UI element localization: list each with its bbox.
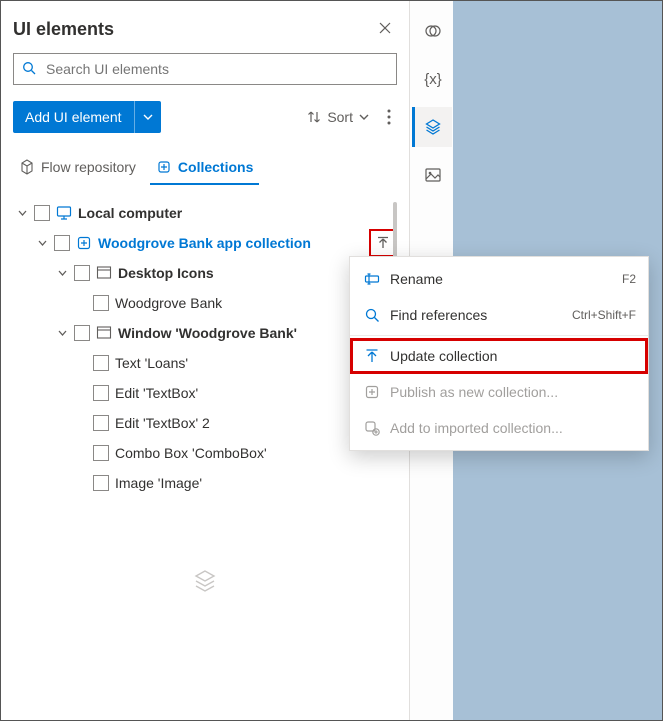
ctx-add-to-imported: Add to imported collection...	[350, 410, 648, 446]
ctx-label: Update collection	[390, 348, 636, 364]
rename-icon	[364, 271, 380, 287]
ui-elements-tree: Local computer Woodgrove Bank app collec…	[13, 198, 397, 498]
chevron-down-icon[interactable]	[17, 208, 28, 219]
tree-node-label: Local computer	[78, 205, 182, 221]
search-input-container[interactable]	[13, 53, 397, 85]
tree-node-label: Woodgrove Bank	[115, 295, 222, 311]
context-menu: Rename F2 Find references Ctrl+Shift+F U…	[349, 256, 649, 451]
more-vertical-icon	[387, 109, 391, 125]
ctx-shortcut: Ctrl+Shift+F	[572, 308, 636, 322]
sort-button[interactable]: Sort	[301, 105, 375, 129]
chevron-down-icon	[359, 112, 369, 122]
tree-leaf[interactable]: Woodgrove Bank	[13, 288, 397, 318]
rail-btn-ui-elements[interactable]	[412, 107, 452, 147]
tree-node-label: Woodgrove Bank app collection	[98, 235, 311, 251]
tree-node-desktop-icons[interactable]: Desktop Icons	[13, 258, 397, 288]
tree-leaf[interactable]: Edit 'TextBox'	[13, 378, 397, 408]
checkbox[interactable]	[74, 325, 90, 341]
collection-add-icon	[364, 420, 380, 436]
tab-collections[interactable]: Collections	[150, 151, 259, 185]
tree-leaf[interactable]: Image 'Image'	[13, 468, 397, 498]
repository-icon	[19, 159, 35, 175]
search-input[interactable]	[44, 60, 388, 78]
tree-node-local-computer[interactable]: Local computer	[13, 198, 397, 228]
close-icon	[379, 22, 391, 34]
checkbox[interactable]	[93, 295, 109, 311]
ctx-label: Publish as new collection...	[390, 384, 636, 400]
ui-elements-panel: UI elements Add UI element	[1, 1, 409, 720]
checkbox[interactable]	[54, 235, 70, 251]
add-ui-element-split-button: Add UI element	[13, 101, 161, 133]
checkbox[interactable]	[93, 355, 109, 371]
checkbox[interactable]	[93, 415, 109, 431]
close-panel-button[interactable]	[373, 15, 397, 43]
upload-icon	[364, 348, 380, 364]
tree-leaf[interactable]: Combo Box 'ComboBox'	[13, 438, 397, 468]
ctx-rename[interactable]: Rename F2	[350, 261, 648, 297]
panel-title: UI elements	[13, 19, 114, 40]
ctx-find-references[interactable]: Find references Ctrl+Shift+F	[350, 297, 648, 333]
tree-leaf[interactable]: Edit 'TextBox' 2	[13, 408, 397, 438]
ctx-publish-new-collection: Publish as new collection...	[350, 374, 648, 410]
tree-node-label: Desktop Icons	[118, 265, 214, 281]
collection-icon	[76, 235, 92, 251]
more-options-button[interactable]	[381, 105, 397, 129]
chevron-down-icon[interactable]	[37, 238, 48, 249]
search-icon	[22, 61, 36, 78]
collections-icon	[156, 159, 172, 175]
tree-leaf[interactable]: Text 'Loans'	[13, 348, 397, 378]
window-icon	[96, 265, 112, 281]
checkbox[interactable]	[93, 385, 109, 401]
tab-flow-repository-label: Flow repository	[41, 159, 136, 175]
layers-icon	[424, 118, 442, 136]
checkbox[interactable]	[93, 475, 109, 491]
ctx-label: Find references	[390, 307, 562, 323]
chevron-down-icon[interactable]	[57, 328, 68, 339]
tab-flow-repository[interactable]: Flow repository	[13, 151, 142, 185]
tree-node-window[interactable]: Window 'Woodgrove Bank'	[13, 318, 397, 348]
chevron-down-icon	[143, 112, 153, 122]
tree-node-label: Image 'Image'	[115, 475, 202, 491]
sort-icon	[307, 110, 321, 124]
add-ui-element-dropdown-button[interactable]	[134, 101, 161, 133]
tree-node-label: Edit 'TextBox' 2	[115, 415, 210, 431]
rail-btn-images[interactable]	[412, 155, 452, 195]
tree-node-label: Combo Box 'ComboBox'	[115, 445, 267, 461]
separator	[350, 335, 648, 336]
copilot-icon	[424, 22, 442, 40]
plus-box-icon	[364, 384, 380, 400]
upload-icon	[376, 236, 390, 250]
tree-node-label: Text 'Loans'	[115, 355, 188, 371]
rail-btn-copilot[interactable]	[412, 11, 452, 51]
monitor-icon	[56, 205, 72, 221]
variables-icon: {x}	[424, 71, 442, 88]
window-icon	[96, 325, 112, 341]
search-icon	[364, 307, 380, 323]
ctx-label: Add to imported collection...	[390, 420, 636, 436]
ctx-update-collection[interactable]: Update collection	[350, 338, 648, 374]
checkbox[interactable]	[93, 445, 109, 461]
add-ui-element-label: Add UI element	[25, 109, 122, 125]
ctx-shortcut: F2	[622, 272, 636, 286]
tab-collections-label: Collections	[178, 159, 253, 175]
add-ui-element-button[interactable]: Add UI element	[13, 101, 134, 133]
stack-icon	[13, 568, 397, 597]
chevron-down-icon[interactable]	[57, 268, 68, 279]
image-icon	[424, 166, 442, 184]
checkbox[interactable]	[34, 205, 50, 221]
tree-node-collection[interactable]: Woodgrove Bank app collection	[13, 228, 397, 258]
tree-node-label: Window 'Woodgrove Bank'	[118, 325, 297, 341]
ctx-label: Rename	[390, 271, 612, 287]
checkbox[interactable]	[74, 265, 90, 281]
rail-btn-variables[interactable]: {x}	[412, 59, 452, 99]
sort-label: Sort	[327, 109, 353, 125]
tree-node-label: Edit 'TextBox'	[115, 385, 198, 401]
